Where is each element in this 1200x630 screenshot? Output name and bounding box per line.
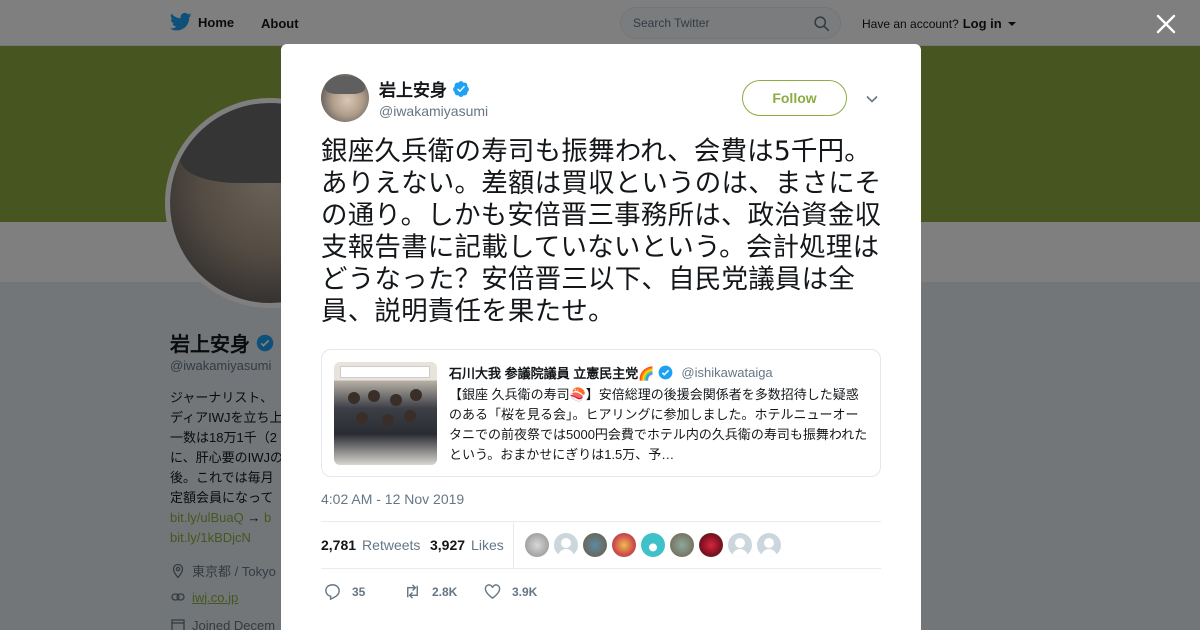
- retweets-stat[interactable]: 2,781 Retweets: [321, 537, 420, 553]
- retweets-count: 2,781: [321, 537, 357, 553]
- reply-count: 35: [352, 584, 366, 599]
- author-fullname[interactable]: 岩上安身: [379, 76, 470, 101]
- likes-label: Likes: [471, 537, 504, 553]
- tweet-actions: 35 2.8K 3.9K: [321, 580, 881, 604]
- follow-button[interactable]: Follow: [742, 80, 847, 116]
- likes-count: 3,927: [430, 537, 466, 553]
- quoted-author[interactable]: 石川大我 参議院議員 立憲民主党🌈 @ishikawataiga: [449, 363, 773, 382]
- quoted-tweet-text: 【銀座 久兵衛の寿司🍣】安倍総理の後援会関係者を多数招待した疑惑のある「桜を見る…: [449, 387, 868, 462]
- quoted-author-name: 石川大我 参議院議員 立憲民主党🌈: [449, 366, 655, 381]
- chevron-down-icon[interactable]: [865, 92, 879, 106]
- tweet-timestamp[interactable]: 4:02 AM - 12 Nov 2019: [321, 491, 464, 507]
- stats-divider: [513, 522, 514, 569]
- quoted-tweet-image[interactable]: [334, 362, 437, 465]
- verified-badge-icon: [659, 365, 673, 380]
- likes-stat[interactable]: 3,927 Likes: [430, 537, 504, 553]
- tweet-stats: 2,781 Retweets 3,927 Likes: [321, 521, 881, 569]
- likers-avatars: [525, 533, 781, 557]
- liker-avatar[interactable]: [554, 533, 578, 557]
- retweets-label: Retweets: [362, 537, 421, 553]
- tweet-text: 銀座久兵衛の寿司も振舞われ、会費は5千円。ありえない。差額は買収というのは、まさ…: [321, 136, 882, 327]
- heart-icon: [484, 584, 501, 600]
- retweet-icon: [407, 584, 418, 599]
- author-username[interactable]: @iwakamiyasumi: [379, 103, 488, 119]
- like-count: 3.9K: [512, 584, 538, 599]
- close-icon[interactable]: [1154, 12, 1178, 36]
- quoted-tweet[interactable]: 石川大我 参議院議員 立憲民主党🌈 @ishikawataiga 【銀座 久兵衛…: [321, 349, 881, 477]
- author-avatar[interactable]: [321, 74, 369, 122]
- reply-icon: [325, 584, 340, 601]
- quoted-author-handle: @ishikawataiga: [681, 365, 773, 380]
- retweet-count: 2.8K: [432, 584, 458, 599]
- liker-avatar[interactable]: [670, 533, 694, 557]
- verified-badge-icon: [453, 80, 469, 97]
- liker-avatar[interactable]: [757, 533, 781, 557]
- liker-avatar[interactable]: [699, 533, 723, 557]
- author-name-text: 岩上安身: [379, 81, 447, 100]
- liker-avatar[interactable]: [641, 533, 665, 557]
- liker-avatar[interactable]: [612, 533, 636, 557]
- tweet-modal: 岩上安身 @iwakamiyasumi Follow 銀座久兵衛の寿司も振舞われ…: [281, 44, 921, 630]
- liker-avatar[interactable]: [583, 533, 607, 557]
- reply-action[interactable]: 35: [323, 582, 365, 601]
- retweet-action[interactable]: 2.8K: [403, 582, 457, 601]
- liker-avatar[interactable]: [525, 533, 549, 557]
- liker-avatar[interactable]: [728, 533, 752, 557]
- like-action[interactable]: 3.9K: [483, 582, 537, 601]
